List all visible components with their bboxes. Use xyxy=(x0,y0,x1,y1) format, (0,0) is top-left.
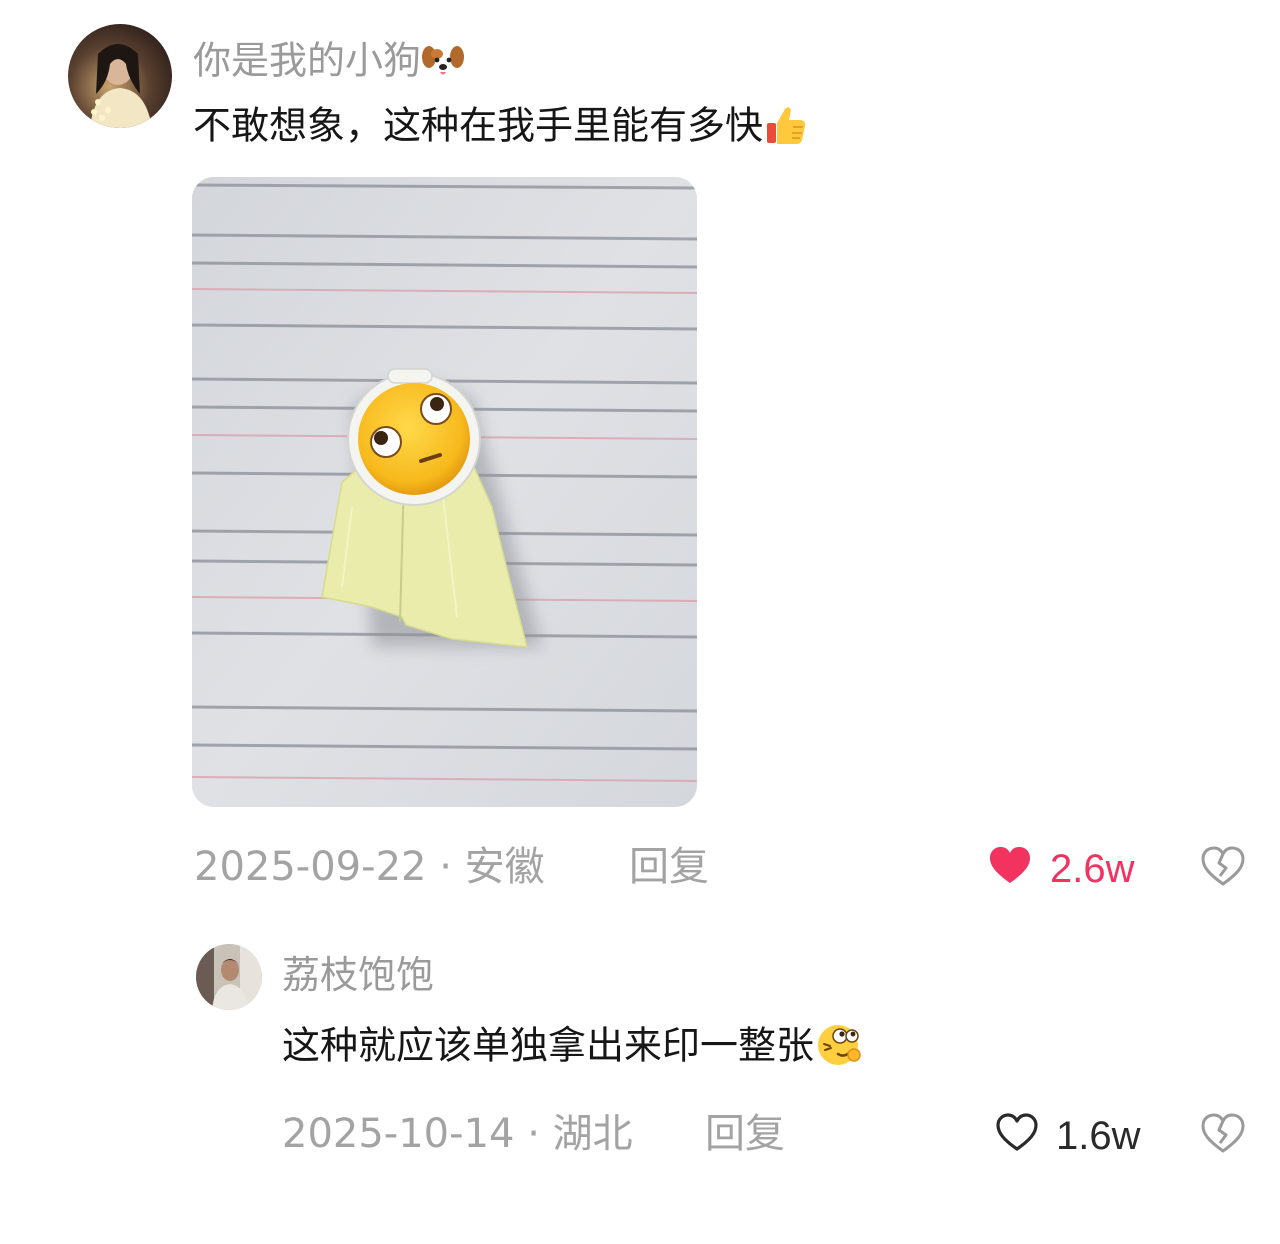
comment-location: 安徽 xyxy=(464,844,545,890)
reply-like-count: 1.6w xyxy=(1056,1114,1141,1158)
reply-date: 2025-10-14 xyxy=(282,1111,515,1157)
dog-face-emoji-icon xyxy=(421,40,465,86)
reply-username[interactable]: 荔枝饱饱 xyxy=(282,956,434,994)
comment-text-body: 不敢想象，这种在我手里能有多快 xyxy=(193,103,764,148)
reply-avatar[interactable] xyxy=(196,944,262,1010)
comment-text: 不敢想象，这种在我手里能有多快 xyxy=(193,103,809,153)
reply-text-body: 这种就应该单独拿出来印一整张 xyxy=(282,1023,815,1068)
comment-date: 2025-09-22 xyxy=(194,844,427,890)
comment-image[interactable] xyxy=(192,177,697,807)
comment-meta: 2025-09-22 · 安徽 xyxy=(194,847,545,887)
broken-heart-icon[interactable] xyxy=(1200,1113,1246,1158)
username[interactable]: 你是我的小狗 xyxy=(193,40,465,86)
reply-button[interactable]: 回复 xyxy=(629,847,709,887)
username-text[interactable]: 你是我的小狗 xyxy=(193,39,421,83)
like-count: 2.6w xyxy=(1050,847,1135,891)
thumbs-up-icon xyxy=(763,103,809,153)
reply-reply-button[interactable]: 回复 xyxy=(705,1114,785,1154)
reply-location: 湖北 xyxy=(552,1111,633,1157)
reply-like-button[interactable] xyxy=(995,1112,1039,1156)
meta-separator: · xyxy=(527,1111,540,1157)
reply-dislike-button[interactable] xyxy=(1200,1112,1246,1158)
broken-heart-icon[interactable] xyxy=(1200,846,1246,891)
reply-meta: 2025-10-14 · 湖北 xyxy=(282,1114,633,1154)
heart-outline-icon[interactable] xyxy=(995,1113,1039,1156)
heart-icon[interactable] xyxy=(988,847,1032,889)
meta-separator: · xyxy=(439,844,452,890)
avatar[interactable] xyxy=(68,24,172,128)
like-button[interactable] xyxy=(988,845,1032,889)
dislike-button[interactable] xyxy=(1200,845,1246,891)
woozy-face-icon xyxy=(814,1022,864,1074)
reply-text: 这种就应该单独拿出来印一整张 xyxy=(282,1022,864,1074)
